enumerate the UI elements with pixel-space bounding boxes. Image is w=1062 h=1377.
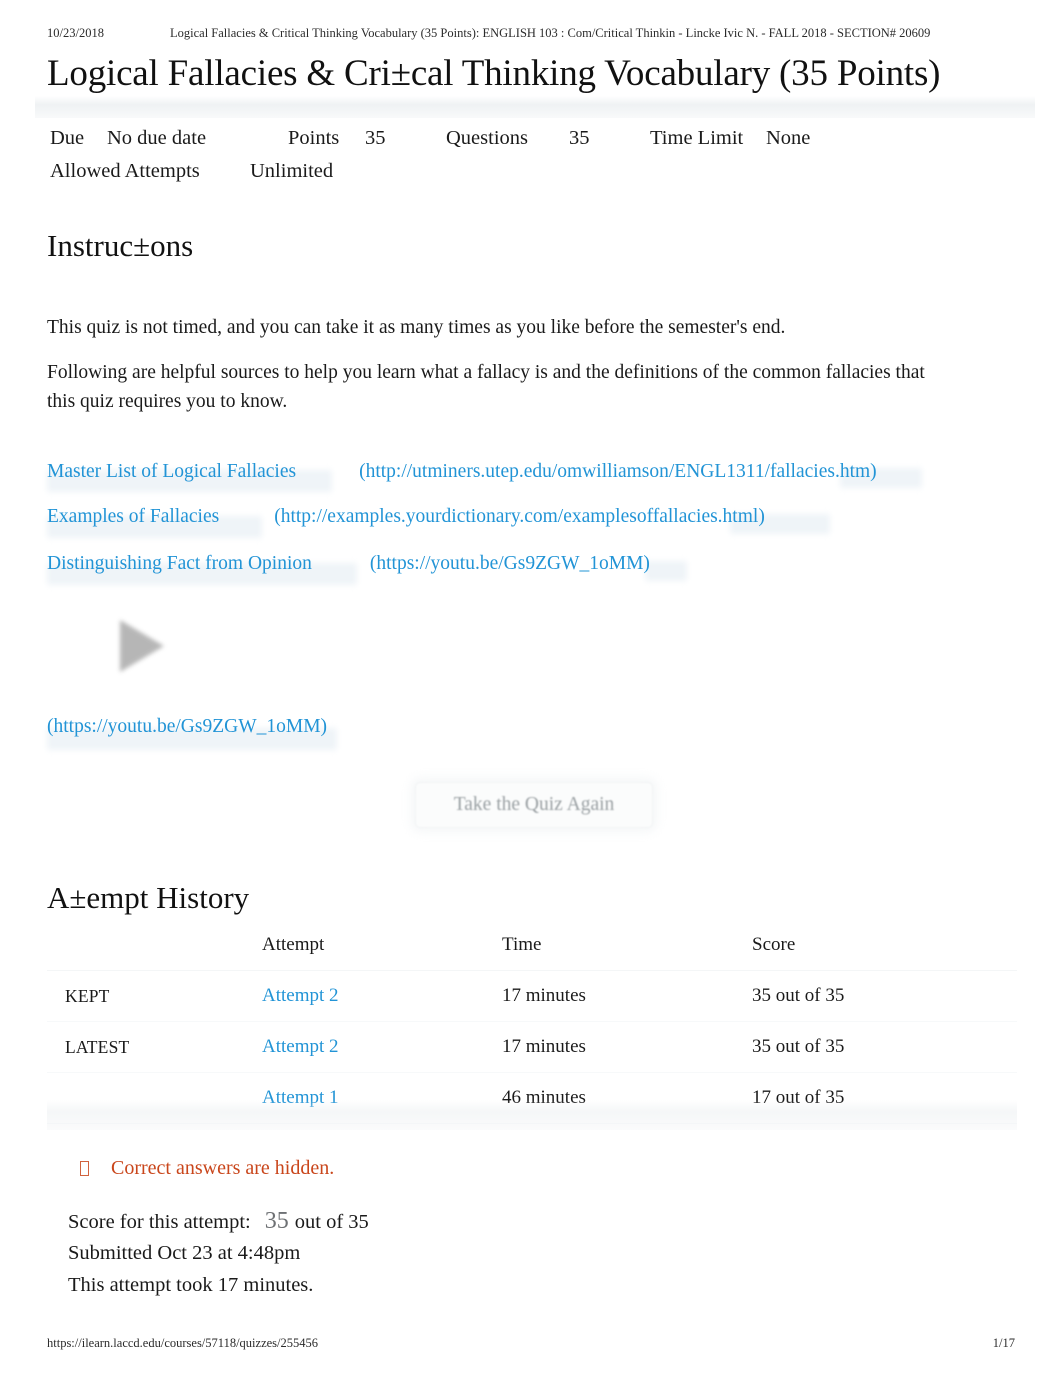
allowed-attempts-label: Allowed Attempts: [50, 160, 200, 182]
attempt-time: 17 minutes: [502, 1021, 752, 1073]
page-title: Logical Fallacies & Cri±cal Thinking Voc…: [47, 53, 941, 94]
score-label: Score for this attempt:: [68, 1211, 251, 1233]
video-play-icon[interactable]: [110, 612, 180, 680]
link-examples-of-fallacies-url[interactable]: (http://examples.yourdictionary.com/exam…: [274, 506, 765, 527]
attempt-score: 17 out of 35: [752, 1072, 1017, 1124]
score-summary: Score for this attempt: 35 out of 35 Submi…: [68, 1205, 369, 1301]
hidden-answers-notice-text: Correct answers are hidden.: [111, 1157, 335, 1179]
attempt-cell: Attempt 1: [262, 1072, 502, 1124]
missing-glyph-icon: [80, 1161, 89, 1176]
time-limit-label: Time Limit: [650, 127, 744, 149]
duration-line: This attempt took 17 minutes.: [68, 1274, 314, 1296]
link-distinguishing-fact-from-opinion[interactable]: Distinguishing Fact from Opinion: [47, 553, 312, 574]
score-suffix: out of 35: [294, 1211, 369, 1233]
column-header-flag: [47, 930, 262, 971]
due-label: Due: [50, 127, 85, 149]
allowed-attempts-value: Unlimited: [250, 160, 334, 182]
print-footer-url: https://ilearn.laccd.edu/courses/57118/q…: [47, 1336, 318, 1350]
attempt-history-heading: A±empt History: [47, 880, 250, 915]
attempt-flag: LATEST: [47, 1021, 262, 1073]
submitted-line: Submitted Oct 23 at 4:48pm: [68, 1242, 301, 1264]
hidden-answers-notice: Correct answers are hidden.: [80, 1157, 334, 1180]
resource-link-row: Examples of Fallacies (http://examples.yo…: [47, 504, 765, 530]
header-band-artifact: [35, 96, 1035, 118]
attempt-history-table: Attempt Time Score KEPT Attempt 2 17 min…: [47, 930, 1017, 1124]
instructions-paragraph-2: Following are helpful sources to help yo…: [47, 361, 925, 412]
time-limit-value: None: [766, 127, 811, 149]
link-master-list-of-logical-fallacies[interactable]: Master List of Logical Fallacies: [47, 461, 296, 482]
points-value: 35: [365, 127, 386, 149]
attempt-link[interactable]: Attempt 1: [262, 1087, 339, 1108]
resource-link-row: Distinguishing Fact from Opinion (https:/…: [47, 551, 650, 577]
attempt-history-body: KEPT Attempt 2 17 minutes 35 out of 35 L…: [47, 970, 1017, 1124]
print-header-date: 10/23/2018: [47, 26, 104, 40]
attempt-score: 35 out of 35: [752, 1021, 1017, 1073]
column-header-attempt: Attempt: [262, 930, 502, 971]
print-header-title: Logical Fallacies & Critical Thinking Vo…: [170, 26, 931, 40]
attempt-time: 17 minutes: [502, 970, 752, 1022]
resource-link-row: Master List of Logical Fallacies (http://…: [47, 459, 877, 485]
column-header-time: Time: [502, 930, 752, 971]
instructions-paragraph-1: This quiz is not timed, and you can take…: [47, 316, 786, 338]
table-row: LATEST Attempt 2 17 minutes 35 out of 35: [47, 1021, 1017, 1073]
table-row: Attempt 1 46 minutes 17 out of 35: [47, 1072, 1017, 1124]
attempt-link[interactable]: Attempt 2: [262, 985, 339, 1006]
questions-label: Questions: [446, 127, 528, 149]
attempt-flag: KEPT: [47, 970, 262, 1022]
link-distinguishing-fact-from-opinion-url[interactable]: (https://youtu.be/Gs9ZGW_1oMM): [370, 553, 650, 574]
attempt-history-head: Attempt Time Score: [47, 930, 1017, 971]
link-examples-of-fallacies[interactable]: Examples of Fallacies: [47, 506, 219, 527]
print-footer-page: 1/17: [992, 1336, 1015, 1350]
instructions-heading: Instruc±ons: [47, 228, 194, 263]
attempt-score: 35 out of 35: [752, 970, 1017, 1022]
attempt-time: 46 minutes: [502, 1072, 752, 1124]
print-header: 10/23/2018 Logical Fallacies & Critical …: [0, 24, 1062, 42]
link-video-url[interactable]: (https://youtu.be/Gs9ZGW_1oMM): [47, 716, 327, 737]
video-url-row: (https://youtu.be/Gs9ZGW_1oMM): [47, 716, 327, 738]
column-header-score: Score: [752, 930, 1017, 971]
print-footer: https://ilearn.laccd.edu/courses/57118/q…: [0, 1335, 1062, 1351]
attempt-cell: Attempt 2: [262, 970, 502, 1022]
score-value: 35: [264, 1208, 289, 1234]
attempt-flag: [47, 1072, 262, 1124]
link-master-list-url[interactable]: (http://utminers.utep.edu/omwilliamson/E…: [359, 461, 877, 482]
render-artifact-smudge: [645, 561, 687, 581]
score-line: Score for this attempt: 35 out of 35: [68, 1205, 369, 1237]
play-triangle-icon: [120, 620, 164, 672]
table-row: KEPT Attempt 2 17 minutes 35 out of 35: [47, 970, 1017, 1022]
attempt-cell: Attempt 2: [262, 1021, 502, 1073]
due-value: No due date: [107, 127, 207, 149]
questions-value: 35: [569, 127, 590, 149]
points-label: Points: [288, 127, 340, 149]
quiz-results-page: 10/23/2018 Logical Fallacies & Critical …: [0, 0, 1062, 1377]
table-header-row: Attempt Time Score: [47, 930, 1017, 971]
take-quiz-again-button[interactable]: Take the Quiz Again: [415, 782, 653, 828]
attempt-link[interactable]: Attempt 2: [262, 1036, 339, 1057]
